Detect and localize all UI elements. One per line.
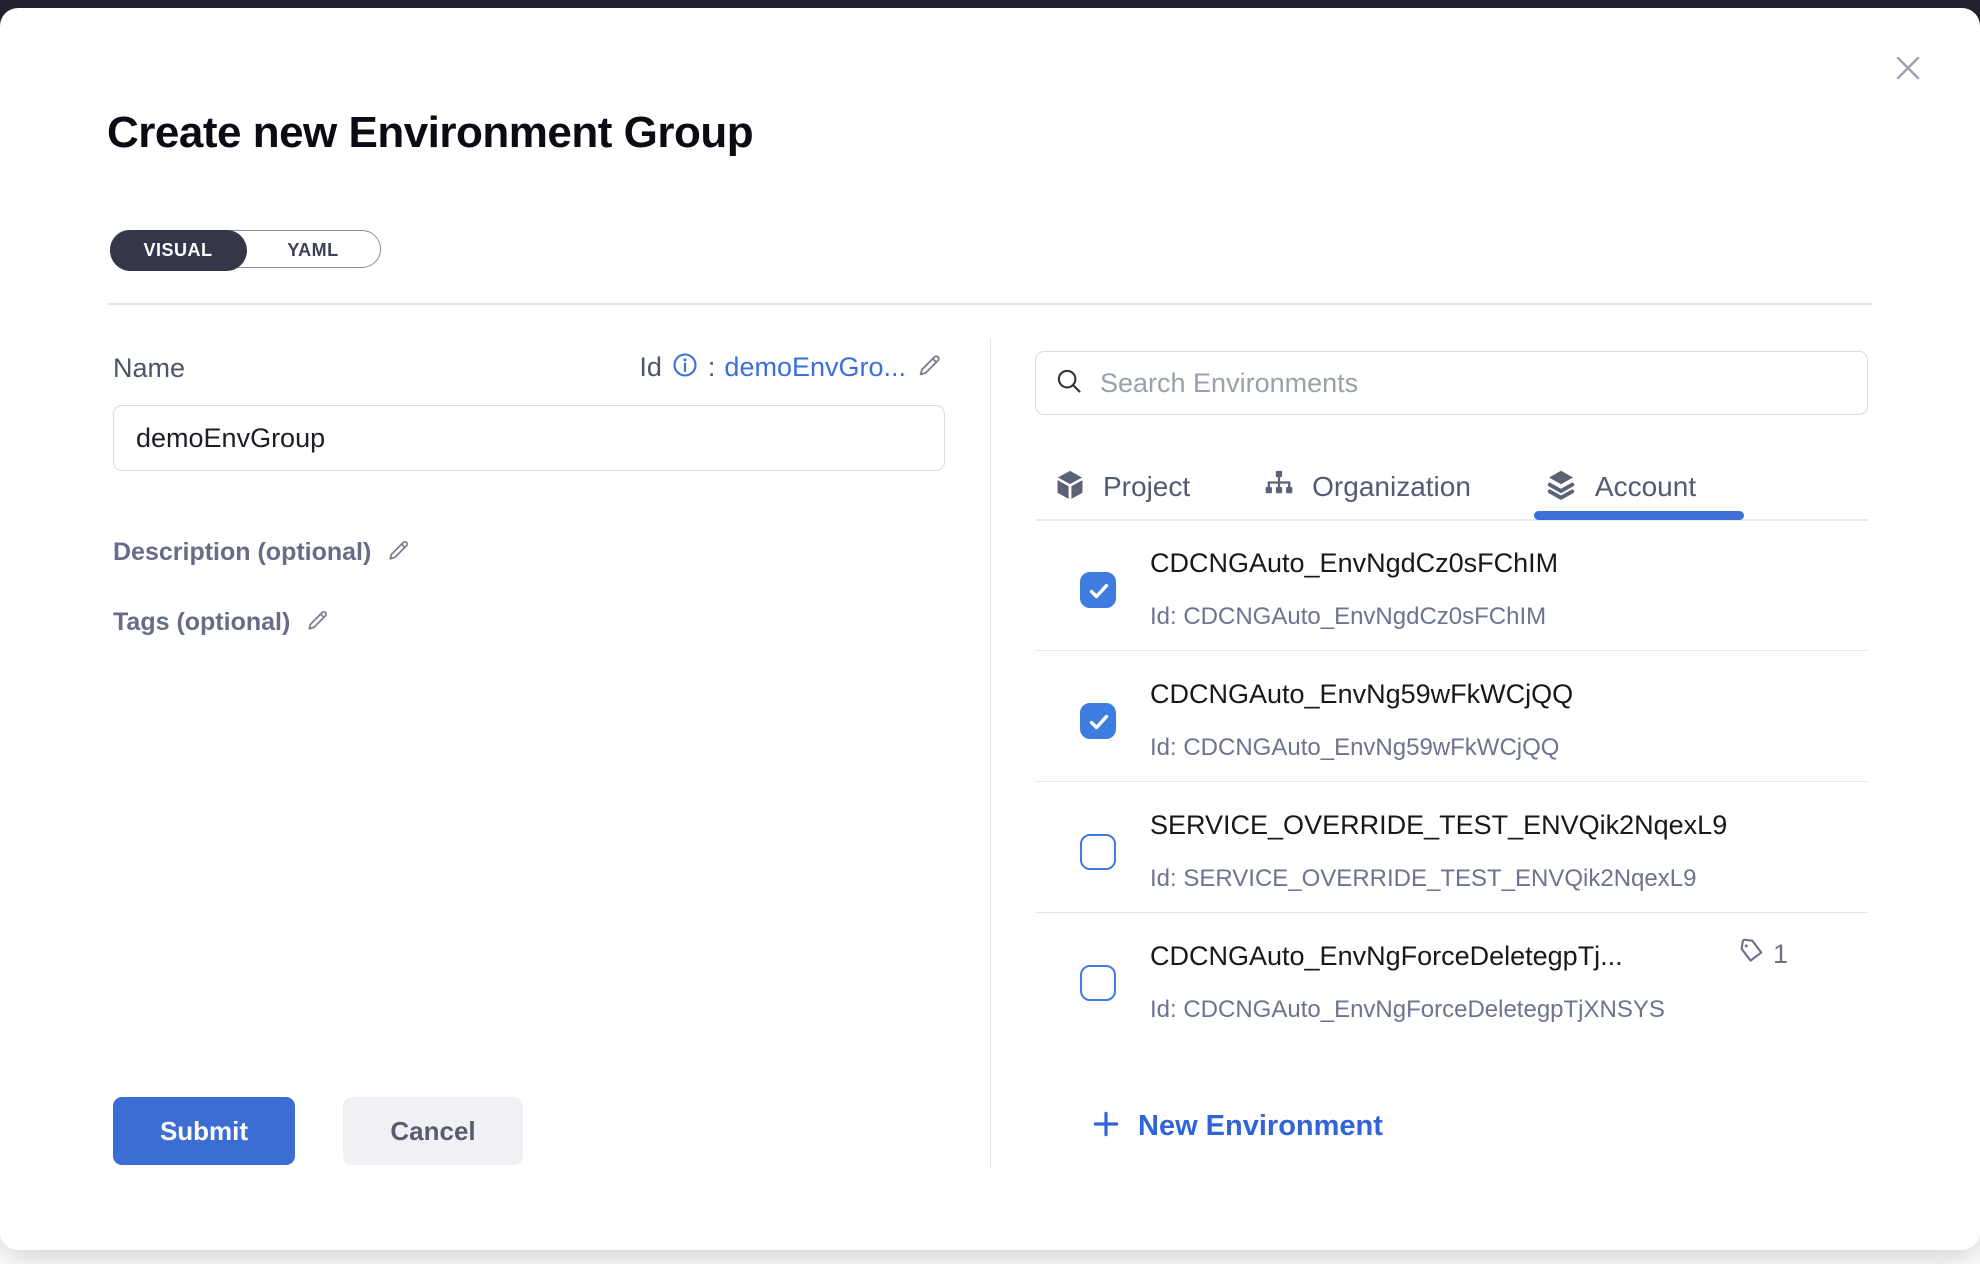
tag-badge: 1 [1735,937,1788,972]
environment-list-item[interactable]: SERVICE_OVERRIDE_TEST_ENVQik2NqexL9 Id: … [1035,782,1868,913]
tab-organization[interactable]: Organization [1262,468,1471,507]
visual-yaml-toggle: VISUAL YAML [110,230,381,268]
tab-project-label: Project [1103,471,1190,503]
description-row: Description (optional) [113,536,413,569]
toggle-yaml[interactable]: YAML [246,231,380,269]
page-title: Create new Environment Group [107,108,753,158]
tags-row: Tags (optional) [113,606,332,639]
create-environment-group-dialog: Create new Environment Group VISUAL YAML… [0,8,1980,1250]
env-id: Id: CDCNGAuto_EnvNgdCz0sFChIM [1150,603,1546,631]
environment-list-item[interactable]: CDCNGAuto_EnvNgdCz0sFChIM Id: CDCNGAuto_… [1035,520,1868,651]
new-environment-label: New Environment [1138,1110,1383,1143]
env-checkbox[interactable] [1080,572,1116,608]
description-label: Description (optional) [113,538,371,567]
env-id: Id: SERVICE_OVERRIDE_TEST_ENVQik2NqexL9 [1150,865,1696,893]
header-divider [107,303,1873,305]
active-tab-underline [1534,511,1744,520]
org-chart-icon [1262,468,1296,507]
env-name: CDCNGAuto_EnvNgForceDeletegpTj... [1150,941,1623,972]
plus-icon [1090,1108,1122,1145]
layers-icon [1543,467,1579,508]
tab-account-label: Account [1595,471,1696,503]
tab-account[interactable]: Account [1543,467,1696,508]
close-icon [1891,51,1925,90]
submit-button[interactable]: Submit [113,1097,295,1165]
tag-icon [1735,937,1765,972]
environment-search-box [1035,351,1868,415]
env-checkbox[interactable] [1080,703,1116,739]
edit-description-pencil-icon[interactable] [385,536,413,569]
edit-tags-pencil-icon[interactable] [304,606,332,639]
info-icon[interactable] [671,351,699,384]
edit-id-pencil-icon[interactable] [915,350,945,385]
tag-count: 1 [1773,939,1788,970]
name-label: Name [113,353,185,384]
id-value-link[interactable]: demoEnvGro... [724,352,906,383]
cancel-button[interactable]: Cancel [343,1097,523,1165]
environment-list-item[interactable]: CDCNGAuto_EnvNg59wFkWCjQQ Id: CDCNGAuto_… [1035,651,1868,782]
id-row: Id : demoEnvGro... [560,350,945,385]
id-label: Id [639,352,662,383]
env-id: Id: CDCNGAuto_EnvNg59wFkWCjQQ [1150,734,1559,762]
env-name: CDCNGAuto_EnvNg59wFkWCjQQ [1150,679,1573,710]
environment-list: CDCNGAuto_EnvNgdCz0sFChIM Id: CDCNGAuto_… [1035,520,1868,1061]
id-separator: : [708,352,716,383]
cube-icon [1053,468,1087,507]
tags-label: Tags (optional) [113,608,290,637]
tab-project[interactable]: Project [1053,468,1190,507]
toggle-visual[interactable]: VISUAL [110,230,247,271]
env-id: Id: CDCNGAuto_EnvNgForceDeletegpTjXNSYS [1150,996,1665,1024]
env-name: SERVICE_OVERRIDE_TEST_ENVQik2NqexL9 [1150,810,1727,841]
close-button[interactable] [1886,48,1930,92]
env-checkbox[interactable] [1080,965,1116,1001]
tab-organization-label: Organization [1312,471,1471,503]
env-checkbox[interactable] [1080,834,1116,870]
pane-divider [990,338,991,1168]
new-environment-button[interactable]: New Environment [1090,1108,1383,1145]
env-name: CDCNGAuto_EnvNgdCz0sFChIM [1150,548,1558,579]
name-input[interactable] [113,405,945,471]
action-buttons: Submit Cancel [113,1097,523,1165]
environment-list-item[interactable]: CDCNGAuto_EnvNgForceDeletegpTj... Id: CD… [1035,913,1868,1044]
scope-tabs: Project Organization Account [1035,454,1868,520]
search-icon [1054,366,1084,401]
search-input[interactable] [1100,368,1849,399]
